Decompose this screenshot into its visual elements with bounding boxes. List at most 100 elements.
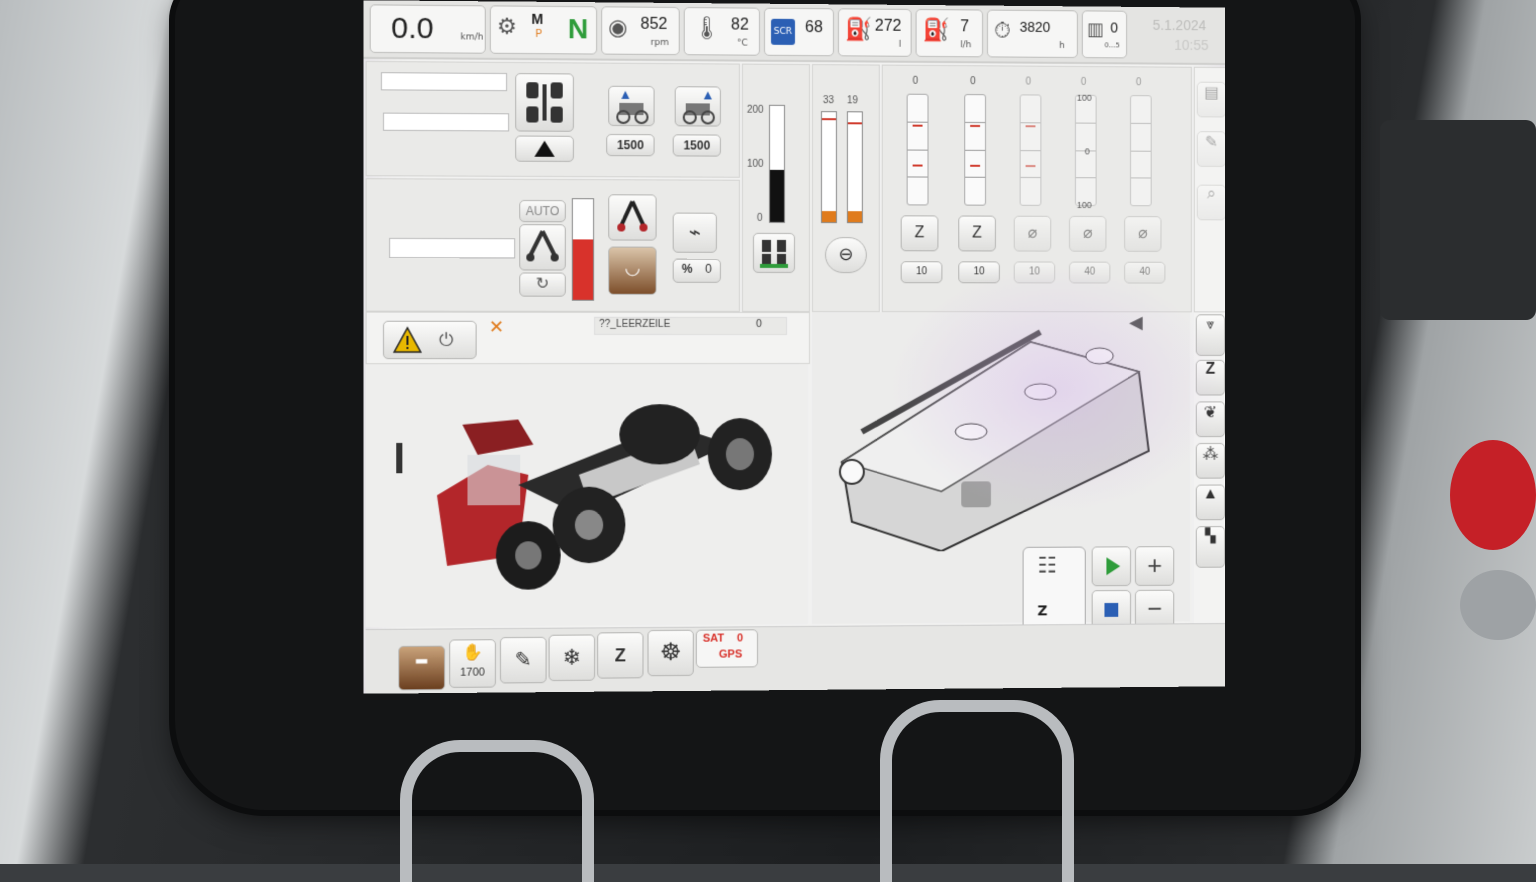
hitch-position-fill <box>572 239 594 300</box>
field-button[interactable]: ▲ <box>1195 484 1226 521</box>
layout-button[interactable]: ▚ <box>1195 526 1226 568</box>
slip-percent[interactable]: % 0 <box>672 258 721 283</box>
scr-tank-icon: SCR <box>770 18 796 45</box>
hitch-raise-button[interactable] <box>608 194 657 241</box>
engine-rpm-cell[interactable]: ◉ 852 rpm <box>601 6 680 56</box>
hitch-rpm-button[interactable]: ✋ 1700 <box>449 639 496 688</box>
percent-value: 0 <box>705 261 712 276</box>
load-gauge-panel: 200 100 0 <box>741 63 810 313</box>
soil-button[interactable]: ▂ <box>398 645 446 691</box>
filter-cell[interactable]: ▥ 0 0...5 <box>1081 10 1128 59</box>
steering-button[interactable]: ☸ <box>647 629 694 677</box>
gps-status[interactable]: SAT 0 GPS <box>695 629 758 668</box>
rear-pto-button[interactable] <box>674 86 721 126</box>
sat-value: 0 <box>736 632 744 645</box>
level-bars-panel: 33 19 ⊖ <box>811 64 880 313</box>
fuel-pump-icon: ⛽ <box>922 18 950 44</box>
play-icon <box>1106 557 1121 576</box>
close-icon[interactable]: ✕ <box>489 317 504 338</box>
document-button[interactable]: ▤ <box>1196 81 1226 118</box>
valve-flow[interactable]: 40 <box>1069 261 1111 284</box>
fuel-level: 272 <box>874 17 902 35</box>
raise-button[interactable] <box>515 135 574 162</box>
minus-icon: − <box>1147 593 1163 624</box>
hitch-panel: AUTO ↻ ◡ ⌁ % 0 <box>365 178 740 312</box>
speed-cell[interactable]: 0.0 km/h <box>369 4 486 54</box>
search-button[interactable]: ⌕ <box>1196 184 1226 221</box>
zunhammer-bottom-button[interactable]: Z <box>597 632 644 679</box>
filter-unit: 0...5 <box>1104 41 1120 50</box>
valve-slider[interactable] <box>1019 94 1042 206</box>
tractor-illustration <box>396 404 772 590</box>
axle-icon <box>526 82 563 123</box>
document-icon: ▤ <box>1204 84 1219 102</box>
valve-button[interactable]: Z <box>900 215 939 252</box>
front-pto-button[interactable] <box>608 85 655 126</box>
engine-hours-unit: h <box>1059 40 1065 51</box>
fuel-level-cell[interactable]: ⛽ 272 l <box>837 8 912 57</box>
implement-button[interactable]: ✎ <box>499 636 547 684</box>
tanker-view[interactable]: ◀ ☷ Z + − <box>811 312 1190 639</box>
grid-icon: ▚ <box>1205 527 1216 543</box>
front-pto-rpm[interactable]: 1500 <box>606 133 655 157</box>
joystick-icon: ☷ <box>1037 553 1057 579</box>
plus-button[interactable]: + <box>1134 546 1175 586</box>
engine-hours-cell[interactable]: ⏱ 3820 h <box>986 9 1078 59</box>
emergency-stop-knob <box>1450 440 1536 550</box>
valve-slider[interactable] <box>964 94 987 206</box>
transmission-cell[interactable]: ⚙ M P N <box>489 5 598 55</box>
grain-button[interactable]: ⁂ <box>1195 442 1226 479</box>
axle-lock-button[interactable] <box>515 73 574 132</box>
rear-pto-rpm[interactable]: 1500 <box>672 134 721 157</box>
valve-slider[interactable] <box>1130 95 1152 207</box>
four-wd-button[interactable] <box>752 232 796 273</box>
coolant-cell[interactable]: 🌡 82 °C <box>683 7 760 56</box>
valve-button[interactable]: ⌀ <box>1069 215 1107 252</box>
transmission-sub: P <box>535 28 543 41</box>
message-row: ⏻ ✕ ??_LEERZEILE 0 <box>365 311 810 365</box>
warning-icon <box>392 326 423 354</box>
soil-icon: ▂ <box>416 646 428 663</box>
valve-button[interactable]: Z <box>958 215 996 252</box>
gear-indicator: N <box>567 13 589 45</box>
load-gauge <box>768 104 786 223</box>
crop-button[interactable]: ❦ <box>1195 401 1226 438</box>
play-button[interactable] <box>1091 546 1132 587</box>
snowflake-icon: ❄ <box>562 644 582 670</box>
level-bar-a <box>820 111 837 224</box>
valve-slider[interactable] <box>906 93 929 206</box>
front-pto-icon <box>609 90 653 125</box>
refresh-icon: ↻ <box>535 275 550 293</box>
valve-flow[interactable]: 10 <box>1013 261 1056 284</box>
right-toolbar-top: ▤ ✎ ⌕ <box>1193 66 1226 313</box>
pressure-icon: ⊖ <box>838 244 854 265</box>
valves-panel: 0 Z 10 0 Z 10 0 ⌀ 10 0 ⌀ 40 0 ⌀ 40 100 0… <box>881 64 1192 313</box>
hitch-position-bar <box>571 198 595 301</box>
tractor-view[interactable] <box>365 363 808 627</box>
valve-button[interactable]: ⌀ <box>1124 216 1162 252</box>
slip-button[interactable]: ⌁ <box>672 212 717 253</box>
valve-flow[interactable]: 40 <box>1124 261 1166 284</box>
zunhammer-button[interactable]: Z <box>1195 359 1226 396</box>
valve-flow[interactable]: 10 <box>958 261 1000 284</box>
level-bar-b-marker <box>847 122 862 125</box>
valve-button[interactable]: ⌀ <box>1013 215 1052 252</box>
hitch-lift-button[interactable] <box>519 224 566 271</box>
pressure-button[interactable]: ⊖ <box>824 237 867 274</box>
alarm-button[interactable]: ⏻ <box>382 320 477 360</box>
auto-button[interactable]: AUTO <box>519 199 566 223</box>
wrench-icon: ✎ <box>1204 134 1219 152</box>
climate-button[interactable]: ❄ <box>548 634 596 682</box>
side-mount <box>1380 120 1536 320</box>
scr-cell[interactable]: SCR 68 <box>763 7 834 57</box>
hitch-float-button[interactable]: ↻ <box>519 272 566 297</box>
tools-button[interactable]: ✎ <box>1196 131 1226 167</box>
usb-port <box>1460 570 1536 640</box>
valve-flow[interactable]: 10 <box>900 261 943 284</box>
soil-depth-button[interactable]: ◡ <box>608 246 657 295</box>
gauge-mid: 100 <box>746 158 764 170</box>
valve-top-value: 0 <box>1025 76 1032 88</box>
valve-top-value: 0 <box>1135 77 1142 89</box>
scroll-down-button[interactable]: ⩔ <box>1195 314 1226 356</box>
fuel-rate-cell[interactable]: ⛽ 7 l/h <box>915 8 984 58</box>
